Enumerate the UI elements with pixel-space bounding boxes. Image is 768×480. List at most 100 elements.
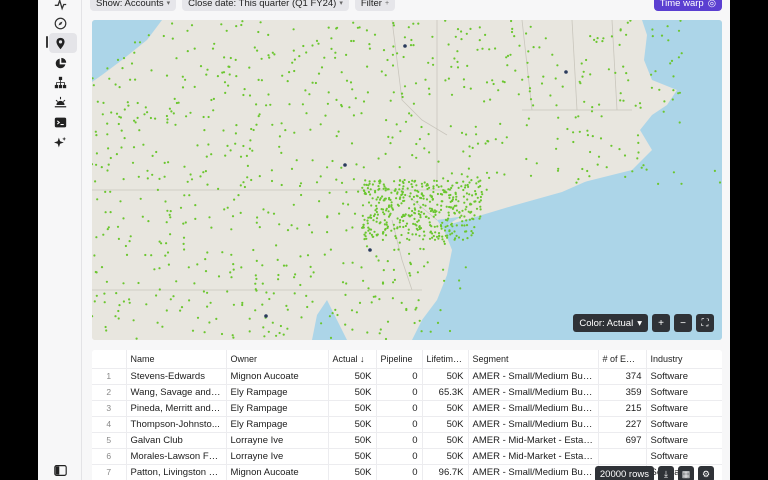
account-marker[interactable] [337,130,340,133]
account-marker[interactable] [374,191,377,194]
account-marker[interactable] [324,114,327,117]
accounts-map[interactable]: Color: Actual ▾ + − ⛶ [92,20,722,340]
account-marker[interactable] [464,208,467,211]
account-marker[interactable] [386,260,389,263]
account-marker[interactable] [296,227,299,230]
account-marker[interactable] [365,245,369,248]
account-marker[interactable] [261,303,264,306]
account-marker[interactable] [672,89,675,92]
account-marker[interactable] [428,93,431,96]
account-marker[interactable] [367,287,370,290]
account-marker[interactable] [413,321,416,325]
account-marker[interactable] [403,36,406,39]
account-marker[interactable] [262,326,265,329]
account-marker[interactable] [95,134,98,137]
account-marker[interactable] [432,215,435,218]
account-marker[interactable] [461,220,464,223]
account-marker[interactable] [398,225,402,228]
account-marker[interactable] [582,70,585,73]
account-marker[interactable] [123,137,126,140]
account-marker[interactable] [521,78,524,81]
account-marker[interactable] [489,98,492,101]
account-marker[interactable] [104,325,107,329]
account-marker[interactable] [125,253,129,256]
account-marker[interactable] [354,97,357,100]
account-marker[interactable] [397,204,400,207]
account-marker[interactable] [441,221,444,224]
account-marker[interactable] [421,185,424,188]
account-marker[interactable] [278,145,281,148]
account-marker[interactable] [410,38,413,42]
account-marker[interactable] [183,165,186,168]
account-marker[interactable] [165,221,168,224]
account-marker[interactable] [526,61,529,64]
account-marker[interactable] [438,234,441,237]
account-marker[interactable] [718,181,722,184]
map-canvas[interactable] [92,20,722,340]
account-marker[interactable] [122,178,125,181]
account-marker[interactable] [138,41,142,44]
account-marker[interactable] [427,87,431,90]
account-marker[interactable] [318,200,321,203]
account-marker[interactable] [432,187,435,190]
account-marker[interactable] [494,47,497,50]
account-marker[interactable] [483,100,486,103]
account-marker[interactable] [363,238,366,241]
account-marker[interactable] [232,268,235,271]
account-marker[interactable] [271,51,274,54]
account-marker[interactable] [497,89,500,92]
account-marker[interactable] [368,43,371,46]
account-marker[interactable] [362,166,365,169]
account-marker[interactable] [392,268,395,271]
account-marker[interactable] [377,157,380,160]
account-marker[interactable] [242,181,245,184]
account-marker[interactable] [600,115,603,118]
account-marker[interactable] [171,37,174,40]
account-marker[interactable] [466,64,469,67]
account-marker[interactable] [147,220,150,223]
account-marker[interactable] [138,129,141,132]
account-marker[interactable] [206,291,209,294]
account-marker[interactable] [433,238,437,241]
account-marker[interactable] [441,238,444,241]
account-marker[interactable] [109,190,112,193]
account-marker[interactable] [227,84,230,87]
account-marker[interactable] [470,179,473,182]
account-marker[interactable] [589,150,592,154]
account-marker[interactable] [419,247,422,250]
account-marker[interactable] [469,27,472,30]
account-marker[interactable] [431,197,434,201]
account-marker[interactable] [361,186,364,189]
download-icon[interactable]: ⤓ [658,466,674,480]
account-marker[interactable] [669,62,672,65]
account-marker[interactable] [345,79,349,82]
account-marker[interactable] [348,106,351,109]
account-marker[interactable] [458,279,461,282]
account-marker[interactable] [335,135,338,138]
account-marker[interactable] [368,180,371,183]
account-marker[interactable] [424,78,427,81]
account-marker[interactable] [117,317,120,320]
account-marker[interactable] [167,161,170,164]
account-marker[interactable] [115,112,119,115]
account-marker[interactable] [268,297,271,301]
account-marker[interactable] [544,37,547,40]
account-marker[interactable] [128,298,131,301]
account-marker[interactable] [276,258,279,261]
account-marker[interactable] [182,242,185,245]
account-marker[interactable] [479,215,482,218]
account-marker[interactable] [102,233,105,236]
account-marker[interactable] [506,54,510,58]
account-marker[interactable] [388,204,391,207]
account-marker[interactable] [437,237,440,240]
account-marker[interactable] [416,195,419,198]
account-marker[interactable] [261,264,264,267]
account-marker[interactable] [95,271,98,274]
account-marker[interactable] [529,98,533,101]
account-marker[interactable] [455,234,458,237]
account-marker[interactable] [217,187,220,190]
account-marker[interactable] [330,47,333,50]
account-marker[interactable] [160,242,163,245]
account-marker[interactable] [583,100,586,103]
account-marker[interactable] [556,64,559,67]
